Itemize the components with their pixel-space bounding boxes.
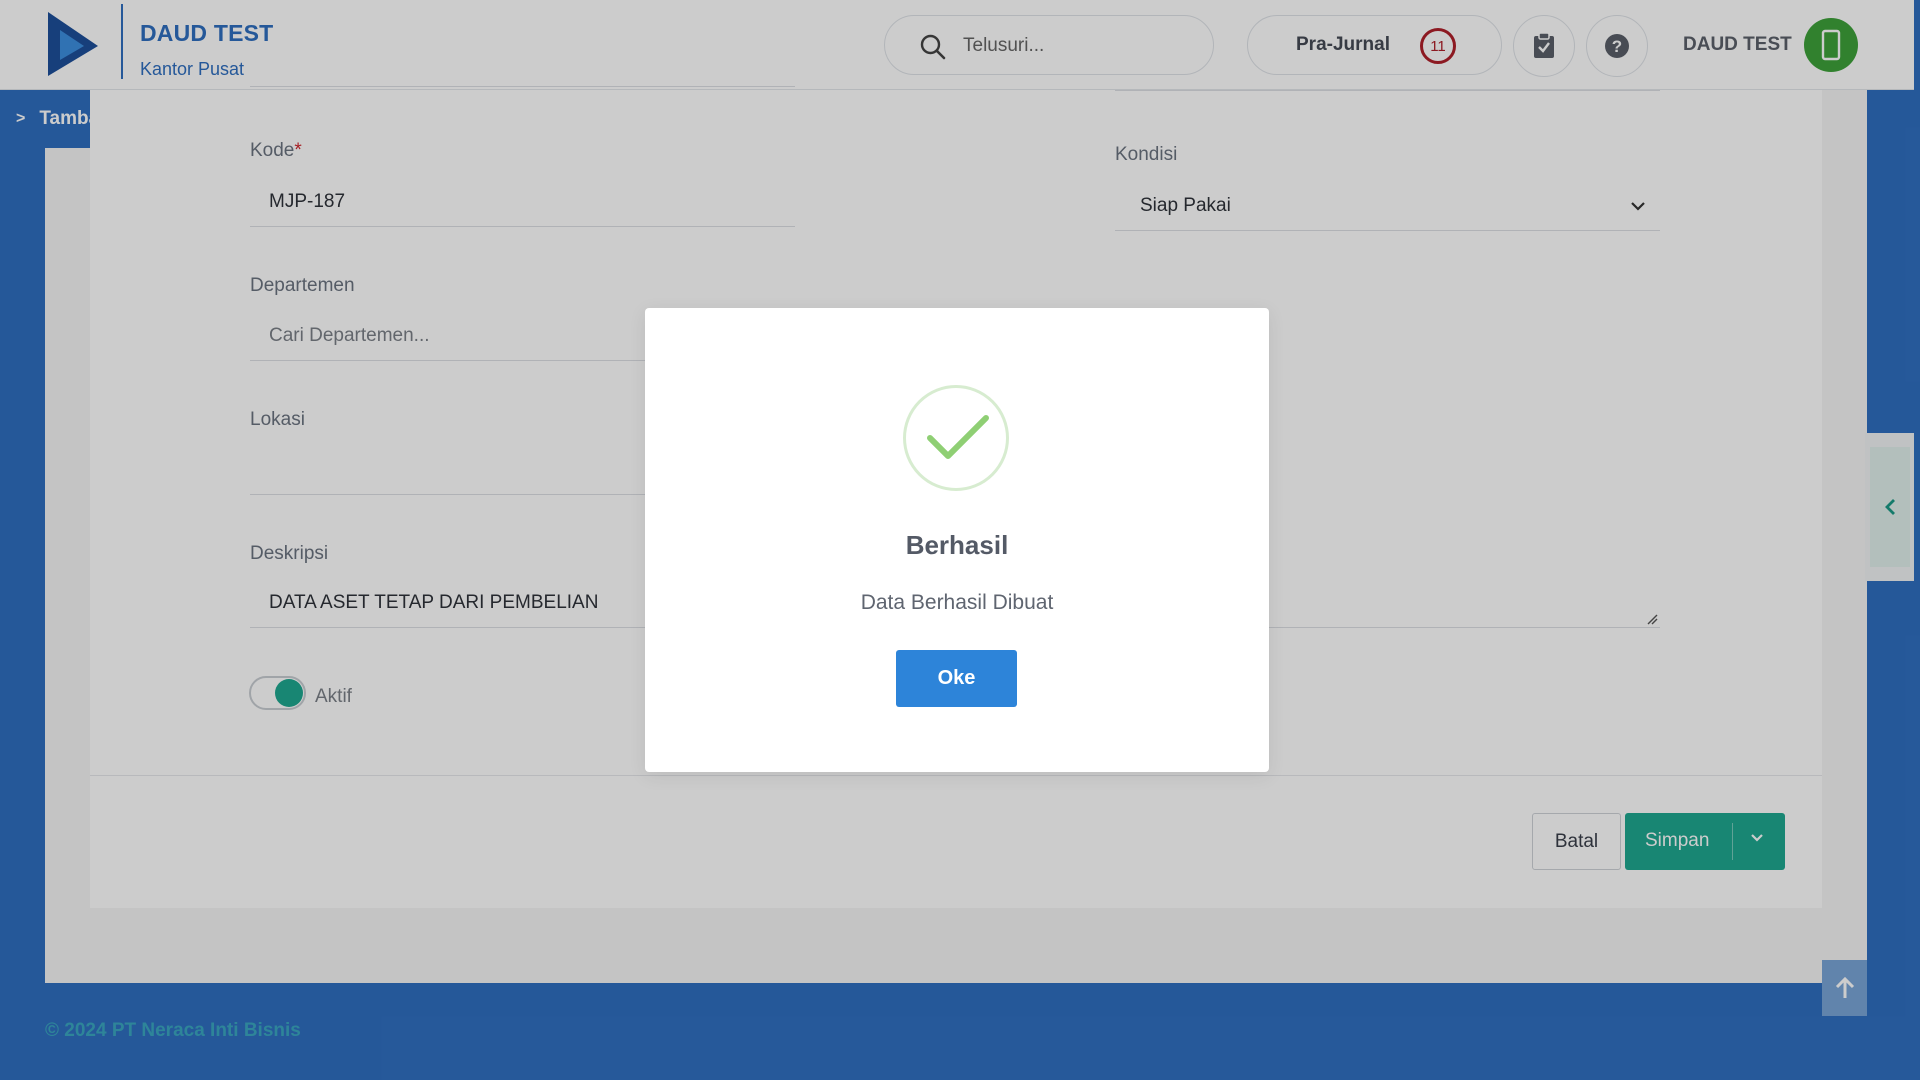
dialog-message: Data Berhasil Dibuat	[860, 591, 1054, 614]
success-check-icon	[903, 385, 1009, 491]
ok-button[interactable]: Oke	[896, 650, 1017, 707]
success-dialog: Berhasil Data Berhasil Dibuat Oke	[645, 308, 1269, 772]
dialog-title: Berhasil	[905, 530, 1009, 560]
